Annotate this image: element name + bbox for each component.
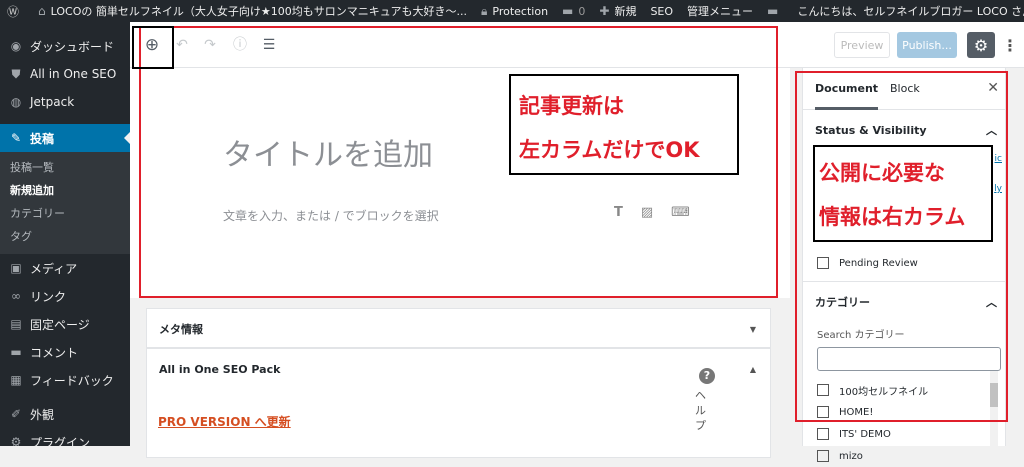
preview-button[interactable]: Preview: [834, 32, 890, 58]
caret-down-icon: ▼: [749, 324, 756, 334]
lock-icon: 🔒︎: [481, 3, 488, 18]
comment-icon: ▬: [10, 345, 22, 359]
comment-icon: ▬: [562, 4, 574, 18]
feedback-icon: ▦: [10, 373, 22, 387]
link-icon: ∞: [11, 289, 21, 303]
seo-pack-box: All in One SEO Pack ▲: [146, 348, 771, 458]
category-label: ITS' DEMO: [839, 428, 891, 440]
jetpack-icon: ◍: [10, 95, 22, 109]
new-label: 新規: [614, 5, 637, 18]
sidebar-item-feedback[interactable]: ▦ フィードバック: [0, 366, 130, 394]
shield-icon: ⛊: [11, 66, 21, 81]
sidebar-item-label: リンク: [30, 289, 67, 304]
comments-count: 0: [578, 4, 586, 18]
sidebar-item-jetpack[interactable]: ◍ Jetpack: [0, 88, 130, 116]
metabox-area: メタ情報 ▼ All in One SEO Pack ▲ PRO VERSION…: [130, 298, 790, 458]
notification-icon[interactable]: ▬: [760, 0, 790, 22]
admin-menu-label: 管理メニュー: [687, 5, 754, 18]
seo-pack-title: All in One SEO Pack: [159, 362, 281, 376]
sidebar-item-label: メディア: [30, 261, 78, 276]
sidebar-item-links[interactable]: ∞ リンク: [0, 282, 130, 310]
checkbox[interactable]: [817, 428, 829, 440]
sidebar-item-label: コメント: [30, 345, 79, 360]
dashboard-icon: ◉: [10, 39, 22, 53]
sidebar-item-media[interactable]: ▣ メディア: [0, 254, 130, 282]
checkbox[interactable]: [817, 450, 829, 462]
sidebar-item-pages[interactable]: ▤ 固定ページ: [0, 310, 130, 338]
admin-bar: Ⓦ ⌂ LOCOの 簡単セルフネイル（大人女子向け★100均もサロンマニキュアも…: [0, 0, 1024, 22]
category-item[interactable]: ITS' DEMO: [803, 423, 1005, 445]
plus-icon: ✚: [599, 4, 610, 18]
comments-link[interactable]: ▬ 0: [555, 0, 592, 22]
publish-button[interactable]: Publish...: [897, 32, 957, 58]
protection-link[interactable]: 🔒︎ Protection: [474, 0, 555, 22]
pro-version-link[interactable]: PRO VERSION へ更新: [158, 413, 291, 430]
seo-menu[interactable]: SEO: [643, 0, 680, 22]
sidebar-item-label: Jetpack: [30, 95, 75, 109]
sidebar-item-label: ダッシュボード: [30, 39, 115, 54]
sidebar-item-label: 投稿: [30, 131, 55, 146]
wordpress-logo-icon[interactable]: Ⓦ: [0, 0, 31, 22]
more-options-icon[interactable]: ⋮: [1002, 32, 1018, 58]
pin-icon: ✎: [10, 131, 22, 145]
submenu-add-new[interactable]: 新規追加: [0, 179, 130, 202]
media-icon: ▣: [10, 261, 22, 275]
home-icon: ⌂: [38, 4, 46, 18]
sidebar-item-appearance[interactable]: ✐ 外観: [0, 400, 130, 428]
right-note-box: 公開に必要な 情報は右カラム: [813, 145, 993, 242]
left-note-line1: 記事更新は: [519, 94, 624, 118]
meta-info-box: メタ情報 ▼: [146, 308, 771, 348]
right-note-line2: 情報は右カラム: [819, 205, 966, 229]
seo-pack-toggle[interactable]: All in One SEO Pack ▲: [147, 349, 770, 389]
protection-label: Protection: [492, 4, 549, 18]
category-label: mizo: [839, 450, 863, 462]
greeting: こんにちは、セルフネイルブロガー LOCO さん: [797, 5, 1024, 18]
submenu-tags[interactable]: タグ: [0, 225, 130, 248]
left-note-line2: 左カラムだけでOK: [519, 138, 700, 162]
plugin-icon: ⚙: [10, 435, 22, 446]
right-note-line1: 公開に必要な: [819, 161, 945, 185]
new-content-link[interactable]: ✚ 新規: [592, 0, 643, 22]
left-note-box: 記事更新は 左カラムだけでOK: [509, 74, 739, 175]
site-name-link[interactable]: ⌂ LOCOの 簡単セルフネイル（大人女子向け★100均もサロンマニキュアも大好…: [31, 0, 474, 22]
meta-info-toggle[interactable]: メタ情報 ▼: [147, 309, 770, 349]
sidebar-item-label: プラグイン: [30, 435, 91, 447]
add-block-highlight: [132, 26, 174, 69]
category-item[interactable]: mizo: [803, 445, 1005, 467]
sidebar-item-label: All in One SEO: [30, 67, 117, 81]
sidebar-item-comments[interactable]: ▬ コメント: [0, 338, 130, 366]
admin-sidebar: ◉ ダッシュボード ⛊ All in One SEO ◍ Jetpack ✎ 投稿 投稿…: [0, 22, 130, 446]
submenu-categories[interactable]: カテゴリー: [0, 202, 130, 225]
user-account-link[interactable]: こんにちは、セルフネイルブロガー LOCO さん: [790, 0, 1024, 22]
sidebar-item-label: 固定ページ: [30, 317, 90, 332]
submenu-all-posts[interactable]: 投稿一覧: [0, 156, 130, 179]
settings-gear-icon[interactable]: ⚙: [967, 32, 995, 58]
help-icon[interactable]: ?: [699, 368, 715, 384]
meta-info-title: メタ情報: [159, 323, 203, 336]
admin-menu-link[interactable]: 管理メニュー: [680, 0, 760, 22]
page-icon: ▤: [10, 317, 22, 331]
right-column-highlight: [795, 71, 1008, 422]
posts-submenu: 投稿一覧 新規追加 カテゴリー タグ: [0, 152, 130, 254]
site-name: LOCOの 簡単セルフネイル（大人女子向け★100均もサロンマニキュアも大好き〜…: [50, 5, 467, 18]
sidebar-item-plugins[interactable]: ⚙ プラグイン: [0, 428, 130, 446]
help-label: ヘルプ: [695, 389, 706, 432]
sidebar-item-dashboard[interactable]: ◉ ダッシュボード: [0, 32, 130, 60]
sidebar-item-label: 外観: [30, 407, 55, 422]
sidebar-item-seo[interactable]: ⛊ All in One SEO: [0, 60, 130, 88]
sidebar-item-label: フィードバック: [30, 373, 114, 388]
sidebar-item-posts[interactable]: ✎ 投稿: [0, 124, 130, 152]
seo-label: SEO: [650, 4, 674, 18]
caret-up-icon: ▲: [749, 364, 756, 374]
brush-icon: ✐: [10, 407, 22, 421]
